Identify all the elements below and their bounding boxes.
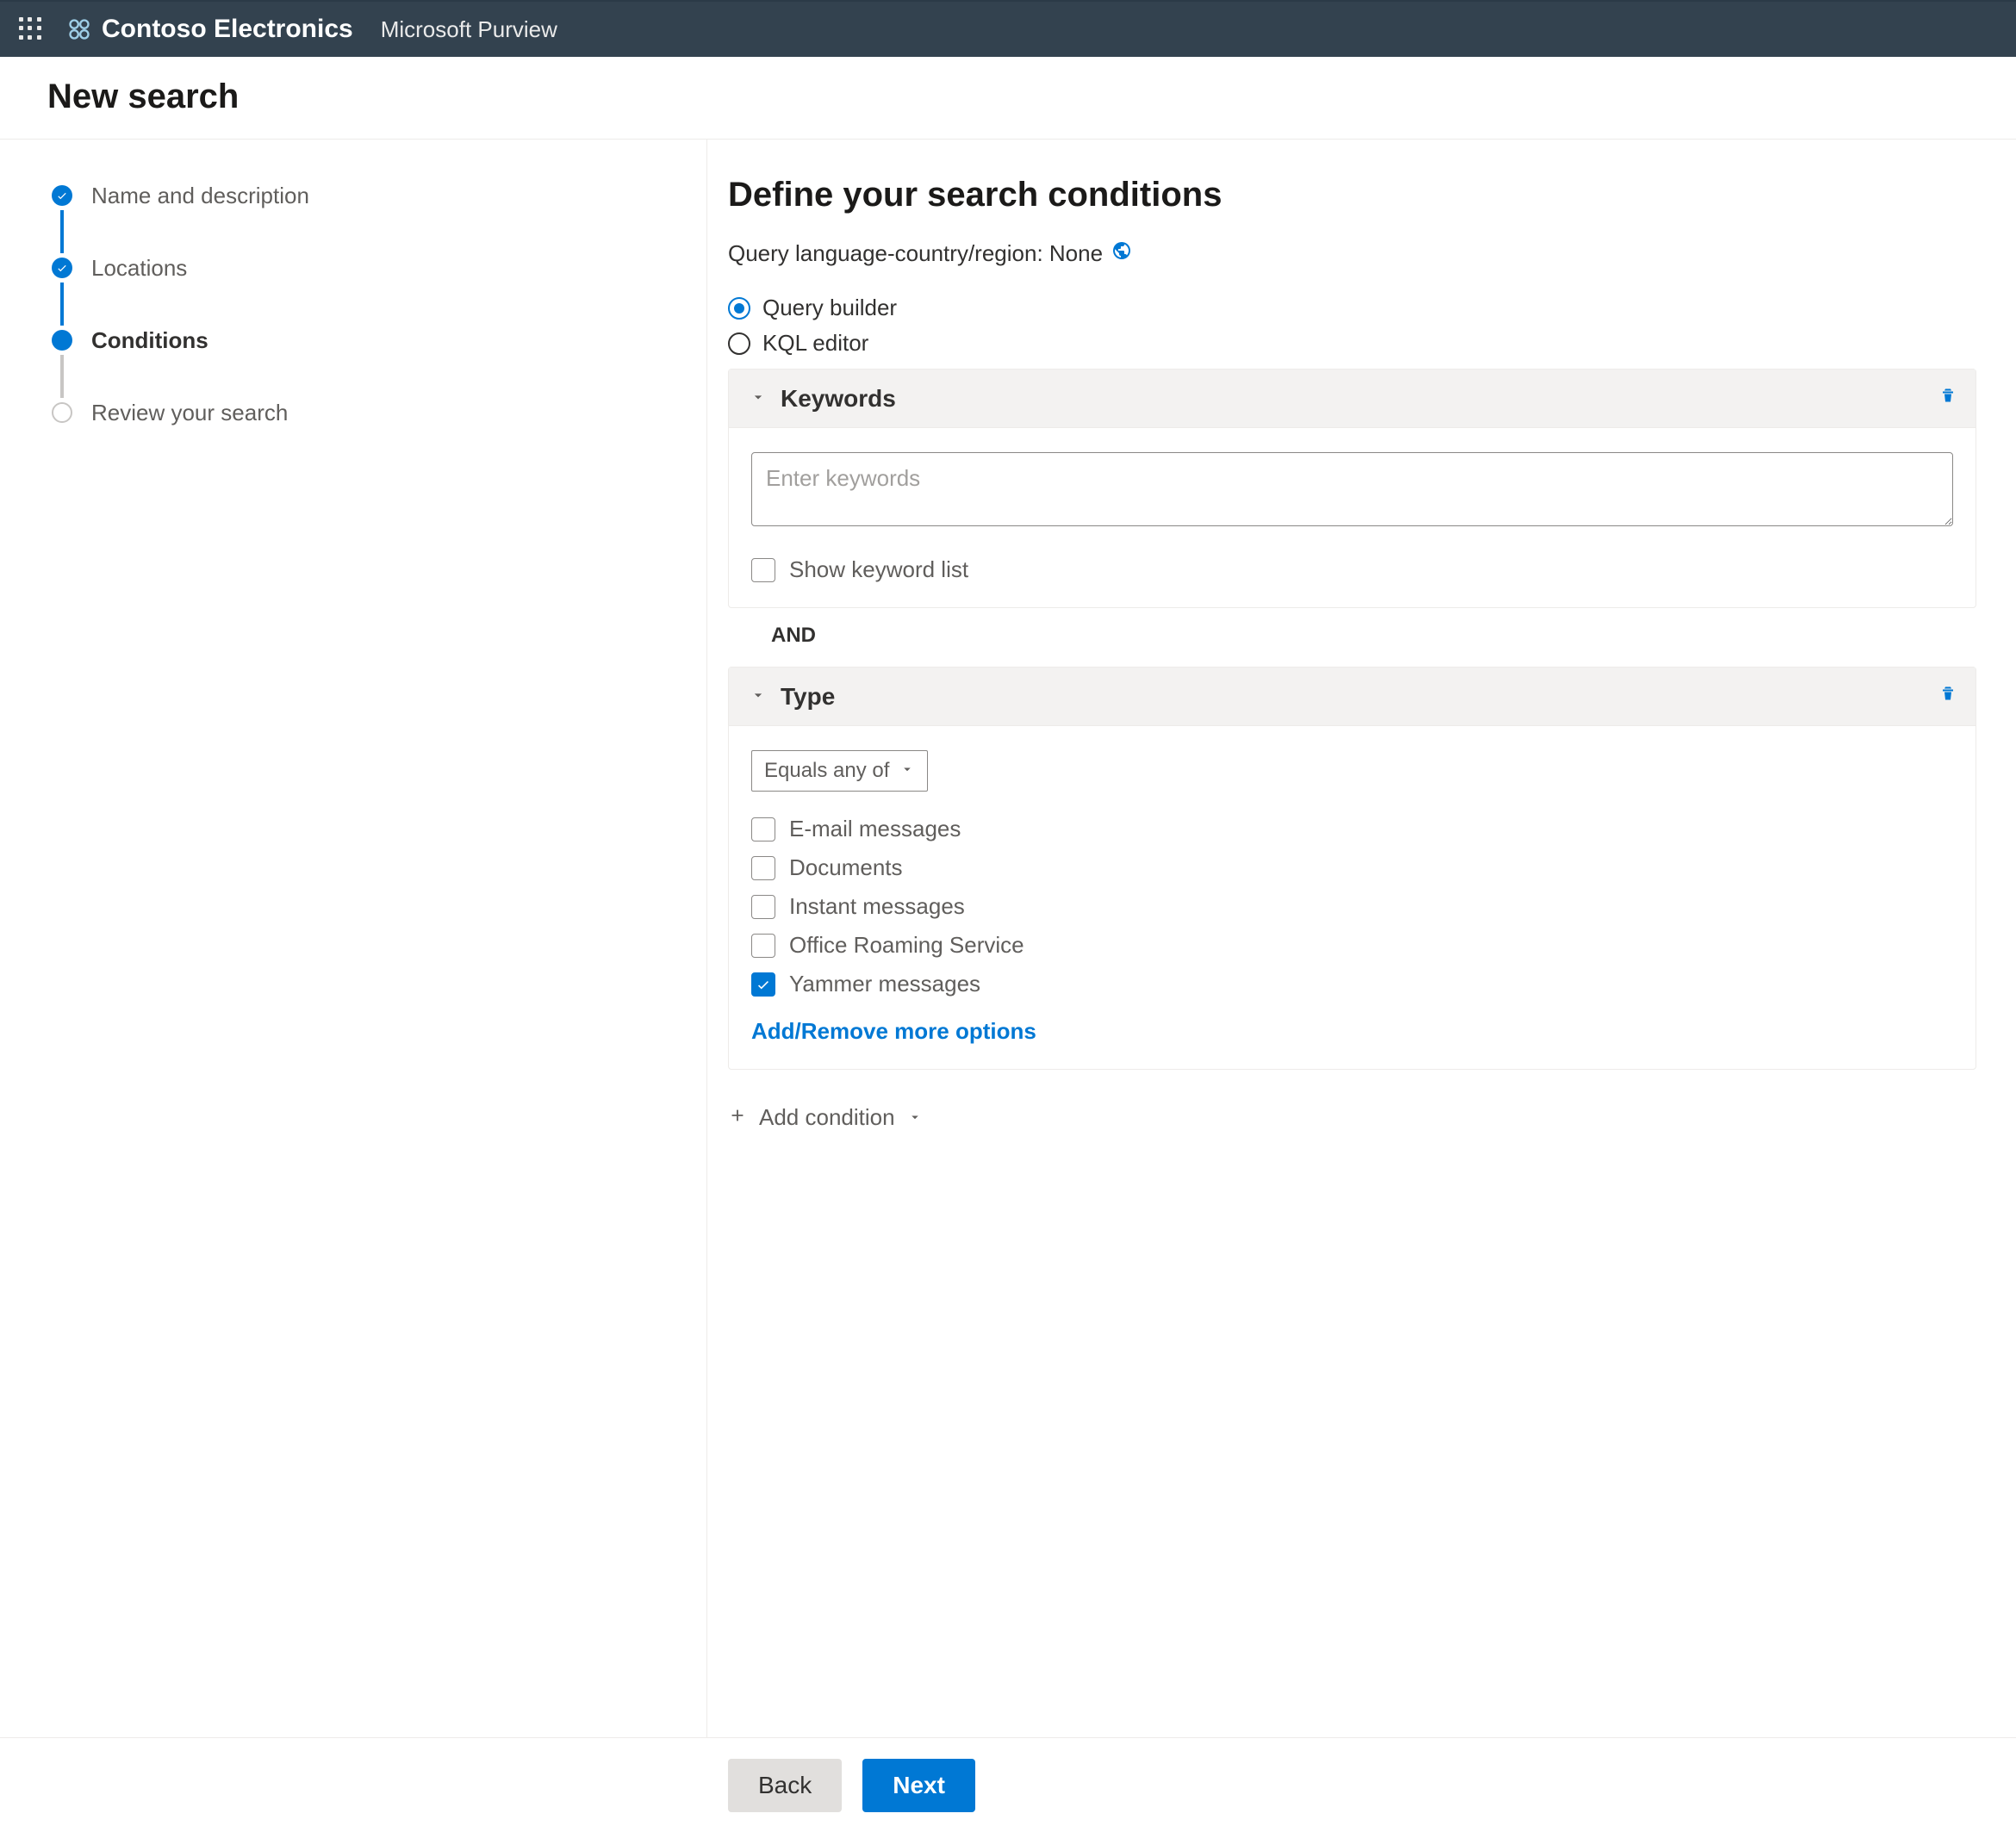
step-connector: [60, 210, 64, 253]
type-operator-select[interactable]: Equals any of: [751, 750, 928, 792]
checkbox-label: Yammer messages: [789, 971, 980, 997]
main-content: Define your search conditions Query lang…: [706, 140, 2016, 1737]
add-remove-options-link[interactable]: Add/Remove more options: [751, 1018, 1036, 1045]
page-title: New search: [47, 78, 1969, 116]
type-option-office-roaming-service[interactable]: Office Roaming Service: [751, 932, 1953, 959]
type-option-instant-messages[interactable]: Instant messages: [751, 893, 1953, 920]
checkbox-icon: [751, 856, 775, 880]
card-title: Type: [781, 683, 835, 711]
checkbox-icon: [751, 895, 775, 919]
radio-icon: [728, 332, 750, 355]
select-value: Equals any of: [764, 759, 889, 783]
delete-icon[interactable]: [1938, 683, 1958, 710]
type-option-yammer-messages[interactable]: Yammer messages: [751, 971, 1953, 997]
query-language-label: Query language-country/region: None: [728, 240, 1103, 267]
step-label: Review your search: [91, 400, 288, 426]
back-button[interactable]: Back: [728, 1759, 842, 1812]
check-icon: [52, 185, 72, 206]
type-card: Type Equals any of E-mail messages Docume…: [728, 667, 1976, 1070]
card-header: Keywords: [729, 370, 1976, 428]
keywords-card: Keywords Show keyword list: [728, 369, 1976, 608]
checkbox-label: Office Roaming Service: [789, 932, 1024, 959]
chevron-up-icon[interactable]: [750, 683, 767, 710]
checkbox-icon: [751, 558, 775, 582]
type-option-documents[interactable]: Documents: [751, 854, 1953, 881]
checkbox-label: Show keyword list: [789, 556, 968, 583]
type-options-list: E-mail messages Documents Instant messages…: [751, 816, 1953, 997]
card-header: Type: [729, 668, 1976, 726]
branding: Contoso Electronics: [67, 15, 353, 44]
wizard-footer: Back Next: [0, 1737, 2016, 1832]
upcoming-step-dot: [52, 402, 72, 423]
checkbox-icon: [751, 934, 775, 958]
step-label: Name and description: [91, 183, 309, 209]
radio-kql-editor[interactable]: KQL editor: [728, 330, 1976, 357]
section-heading: Define your search conditions: [728, 176, 1976, 214]
check-icon: [52, 258, 72, 278]
checkbox-label: E-mail messages: [789, 816, 961, 842]
product-name: Microsoft Purview: [381, 16, 557, 43]
step-label: Locations: [91, 255, 187, 282]
app-launcher-icon[interactable]: [19, 17, 43, 41]
current-step-dot: [52, 330, 72, 351]
wizard-steps: Name and description Locations Conditions R…: [0, 140, 706, 1737]
card-title: Keywords: [781, 385, 896, 413]
step-label: Conditions: [91, 327, 208, 354]
query-language-row: Query language-country/region: None: [728, 240, 1976, 267]
add-condition-button[interactable]: Add condition: [728, 1104, 1976, 1131]
plus-icon: [728, 1104, 747, 1131]
checkbox-label: Instant messages: [789, 893, 965, 920]
wizard-step-locations[interactable]: Locations: [52, 253, 655, 283]
radio-query-builder[interactable]: Query builder: [728, 295, 1976, 321]
wizard-step-review-your-search[interactable]: Review your search: [52, 398, 655, 427]
wizard-step-name-and-description[interactable]: Name and description: [52, 181, 655, 210]
translate-icon[interactable]: [1111, 240, 1132, 267]
logo-icon: [67, 17, 91, 41]
radio-label: KQL editor: [762, 330, 868, 357]
delete-icon[interactable]: [1938, 385, 1958, 412]
type-option-e-mail-messages[interactable]: E-mail messages: [751, 816, 1953, 842]
step-connector: [60, 355, 64, 398]
wizard-step-conditions[interactable]: Conditions: [52, 326, 655, 355]
chevron-up-icon[interactable]: [750, 385, 767, 412]
topbar: Contoso Electronics Microsoft Purview: [0, 0, 2016, 57]
org-name: Contoso Electronics: [102, 15, 353, 44]
keywords-input[interactable]: [751, 452, 1953, 526]
add-condition-label: Add condition: [759, 1104, 895, 1131]
chevron-down-icon: [899, 759, 915, 783]
checkbox-icon: [751, 972, 775, 997]
radio-icon: [728, 297, 750, 320]
radio-label: Query builder: [762, 295, 897, 321]
page-header: New search: [0, 57, 2016, 140]
step-connector: [60, 283, 64, 326]
checkbox-label: Documents: [789, 854, 903, 881]
next-button[interactable]: Next: [862, 1759, 975, 1812]
boolean-operator: AND: [728, 608, 1976, 663]
show-keyword-list-checkbox[interactable]: Show keyword list: [751, 556, 1953, 583]
checkbox-icon: [751, 817, 775, 841]
chevron-down-icon: [907, 1104, 923, 1131]
